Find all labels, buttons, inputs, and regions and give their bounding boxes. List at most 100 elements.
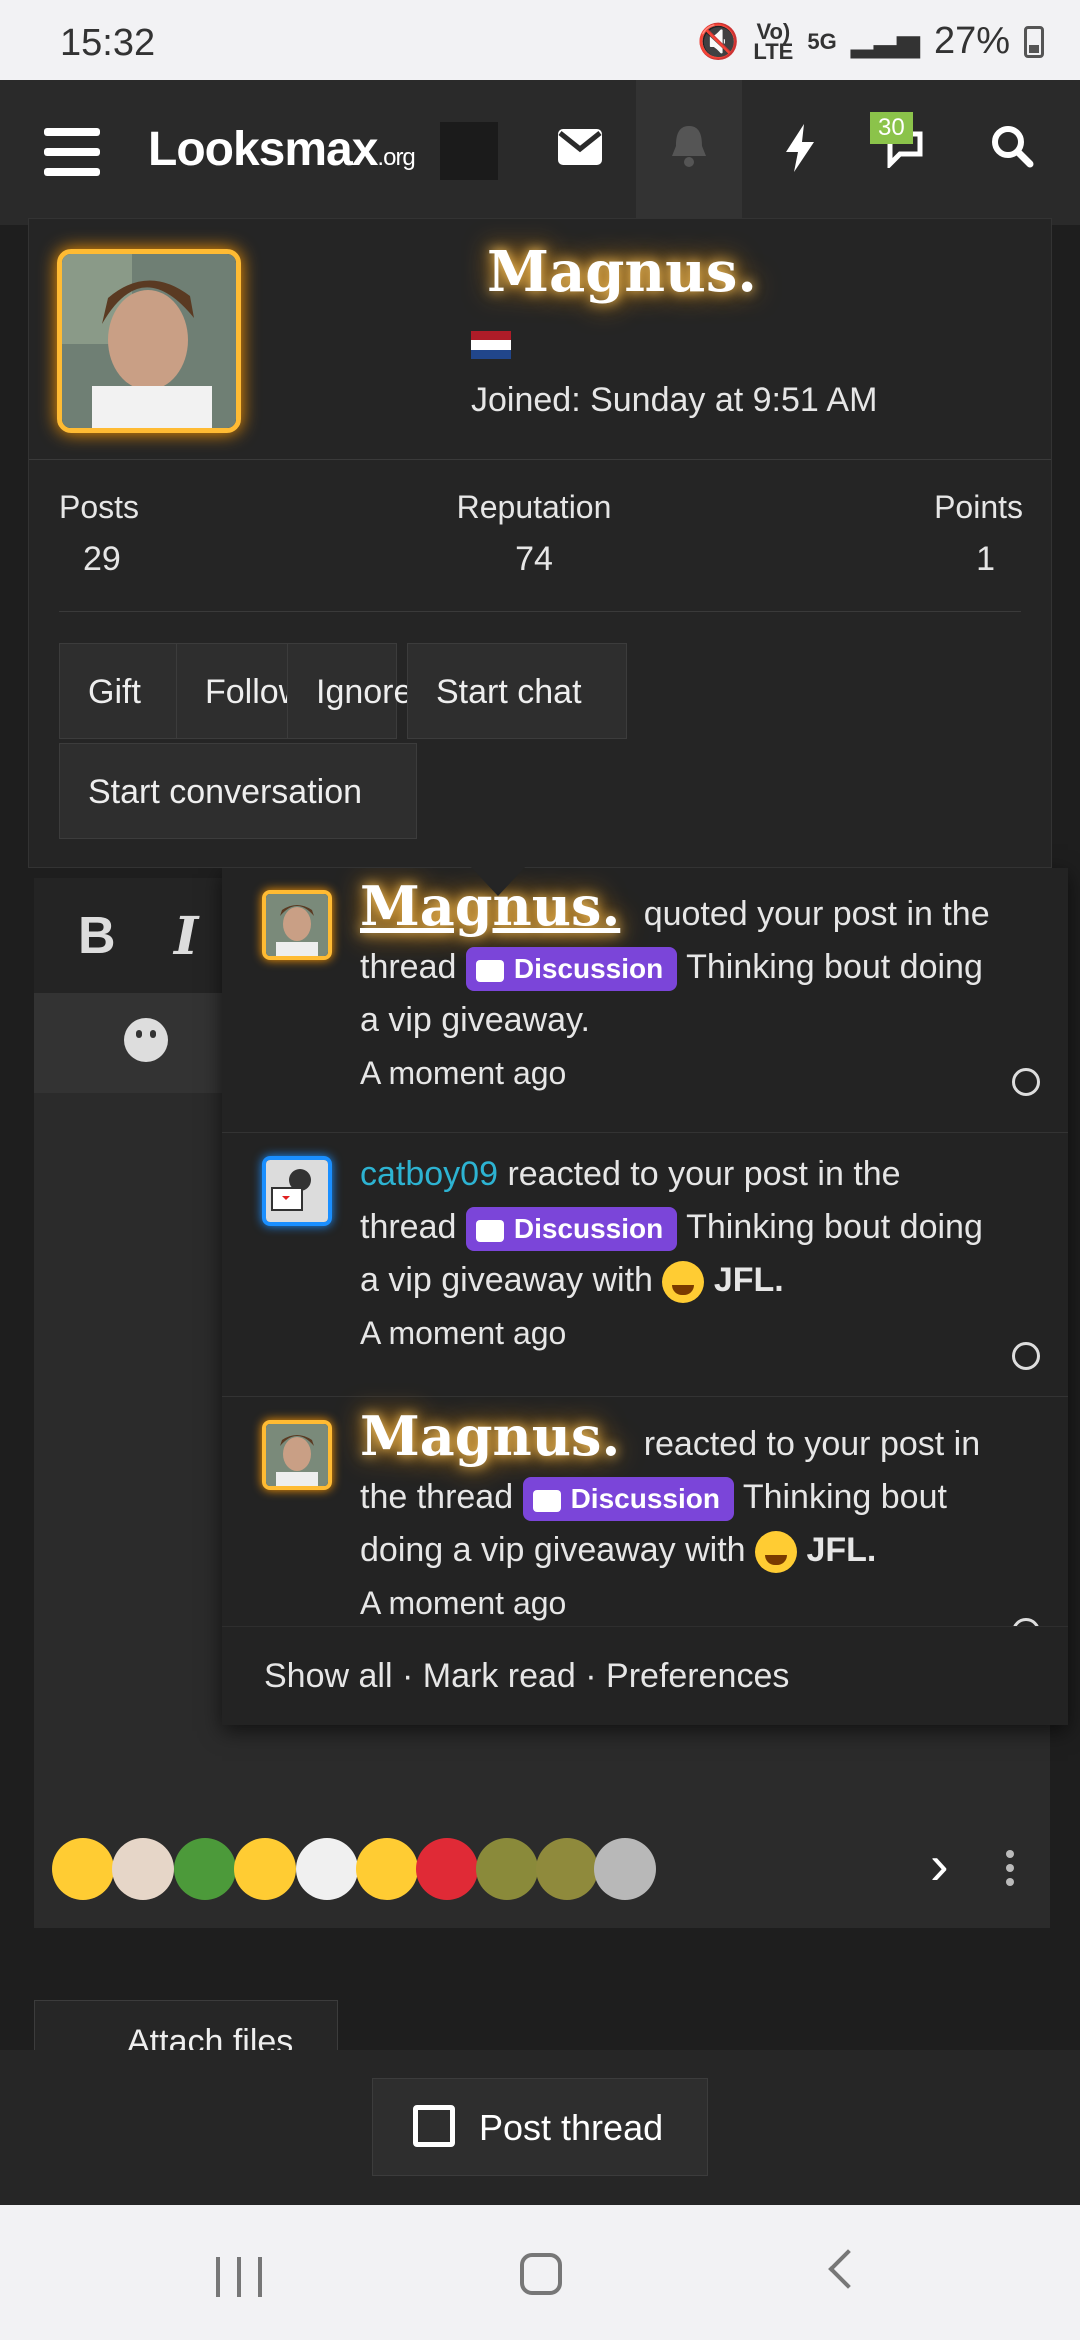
notification-text: Magnus. quoted your post in the thread D… xyxy=(360,879,998,1100)
username-link[interactable]: catboy09 xyxy=(360,1155,498,1193)
more-options-icon[interactable] xyxy=(1006,1850,1014,1892)
system-nav-bar xyxy=(0,2205,1080,2340)
attach-label: Attach files xyxy=(127,2023,294,2052)
mute-icon: 🔇 xyxy=(697,22,740,61)
chevron-right-icon[interactable]: › xyxy=(930,1832,949,1897)
back-icon[interactable] xyxy=(828,2249,868,2289)
bell-icon[interactable] xyxy=(668,124,710,180)
emoji-tray: › xyxy=(34,1810,1050,1930)
recent-apps-icon[interactable] xyxy=(216,2257,262,2297)
discussion-tag: Discussion xyxy=(522,1477,734,1522)
crying-laughing-emoji-icon[interactable] xyxy=(234,1838,296,1900)
divider xyxy=(29,459,1051,460)
follow-button[interactable]: Follow xyxy=(176,643,303,739)
avatar[interactable] xyxy=(262,1156,332,1226)
footer-separator: · xyxy=(585,1657,597,1695)
start-conversation-button[interactable]: Start conversation xyxy=(59,743,417,839)
notification-text: catboy09 reacted to your post in the thr… xyxy=(360,1148,998,1360)
stat-label: Reputation xyxy=(456,489,612,525)
mark-read-toggle[interactable] xyxy=(1012,1068,1040,1096)
shrek-emoji-icon[interactable] xyxy=(476,1838,538,1900)
messages-badge: 30 xyxy=(870,112,913,144)
sad-tear-emoji-icon[interactable] xyxy=(356,1838,418,1900)
envelope-icon[interactable] xyxy=(556,124,604,179)
stat-points[interactable]: Points 1 xyxy=(903,489,1023,579)
post-thread-button[interactable]: Post thread xyxy=(372,2078,708,2176)
search-icon[interactable] xyxy=(990,124,1034,180)
post-thread-label: Post thread xyxy=(479,2107,664,2148)
menu-icon[interactable] xyxy=(44,128,100,176)
angry-emoji-icon[interactable] xyxy=(416,1838,478,1900)
profile-avatar[interactable] xyxy=(57,249,241,433)
mark-read-toggle[interactable] xyxy=(1012,1342,1040,1370)
preferences-link[interactable]: Preferences xyxy=(606,1657,789,1695)
attach-files-button[interactable]: Attach files xyxy=(34,2000,338,2052)
logo-tld: .org xyxy=(377,144,415,171)
crying-laughing-emoji-icon xyxy=(662,1261,705,1304)
status-bar: 15:32 🔇 Vo) LTE 5G ▂▃▅ 27% xyxy=(0,0,1080,80)
status-time: 15:32 xyxy=(60,22,156,64)
stat-label: Points xyxy=(934,489,1023,525)
lightning-icon[interactable] xyxy=(784,124,816,184)
notifications-footer: Show all · Mark read · Preferences xyxy=(222,1626,1068,1725)
pepe-emoji-icon[interactable] xyxy=(174,1838,236,1900)
show-all-link[interactable]: Show all xyxy=(264,1657,393,1695)
volte-icon: Vo) LTE xyxy=(753,18,794,64)
gray-face-emoji-icon[interactable] xyxy=(594,1838,656,1900)
wojak-emoji-icon[interactable] xyxy=(296,1838,358,1900)
mark-read-link[interactable]: Mark read xyxy=(423,1657,576,1695)
site-logo[interactable]: Looksmax.org xyxy=(148,122,416,177)
reaction-name: JFL. xyxy=(713,1261,784,1299)
smiley-icon[interactable] xyxy=(124,1018,168,1062)
chat-bubble-icon xyxy=(532,1489,561,1512)
stat-value: 1 xyxy=(976,540,995,578)
network-5g-icon: 5G xyxy=(807,28,837,54)
logo-main: Looksmax xyxy=(148,123,378,176)
discussion-tag: Discussion xyxy=(465,1207,678,1252)
post-bar: Post thread xyxy=(0,2050,1080,2205)
joined-date: Joined: Sunday at 9:51 AM xyxy=(471,381,878,419)
chat-bubble-icon xyxy=(475,1219,504,1242)
avatar[interactable] xyxy=(262,890,332,960)
battery-icon xyxy=(1024,25,1044,58)
stat-value: 29 xyxy=(83,540,121,578)
footer-separator: · xyxy=(401,1657,414,1695)
stat-reputation[interactable]: Reputation 74 xyxy=(454,489,614,579)
status-icons: 🔇 Vo) LTE 5G ▂▃▅ 27% xyxy=(697,20,1044,63)
nav-avatar-placeholder[interactable] xyxy=(440,122,498,180)
notifications-dropdown: Magnus. quoted your post in the thread D… xyxy=(222,868,1068,1725)
italic-button[interactable]: I xyxy=(174,906,198,967)
discussion-tag: Discussion xyxy=(465,947,678,992)
stat-value: 74 xyxy=(515,540,553,578)
notification-text: Magnus. reacted to your post in the thre… xyxy=(360,1409,998,1630)
notification-time: A moment ago xyxy=(360,1585,567,1621)
battery-percent: 27% xyxy=(933,20,1010,62)
wojak-cry-emoji-icon[interactable] xyxy=(112,1838,174,1900)
heart-eyes-emoji-icon[interactable] xyxy=(52,1838,114,1900)
username-link[interactable]: Magnus. xyxy=(360,1404,620,1468)
tooltip-arrow xyxy=(470,866,526,896)
stat-label: Posts xyxy=(59,489,140,525)
edit-icon xyxy=(413,2105,455,2147)
top-nav: Looksmax.org 30 xyxy=(0,80,1080,225)
chat-bubble-icon xyxy=(475,959,504,982)
avatar[interactable] xyxy=(262,1420,332,1490)
notification-item[interactable]: Magnus. quoted your post in the thread D… xyxy=(222,868,1068,1133)
signal-icon: ▂▃▅ xyxy=(850,25,920,58)
notification-time: A moment ago xyxy=(360,1055,567,1091)
notification-time: A moment ago xyxy=(360,1315,567,1351)
bold-button[interactable]: B xyxy=(78,906,116,966)
ignore-button[interactable]: Ignore xyxy=(287,643,412,739)
start-chat-button[interactable]: Start chat xyxy=(407,643,627,739)
notification-item[interactable]: catboy09 reacted to your post in the thr… xyxy=(222,1132,1068,1397)
gift-button[interactable]: Gift xyxy=(59,643,177,739)
netherlands-flag-icon xyxy=(471,331,511,359)
stat-posts[interactable]: Posts 29 xyxy=(59,489,139,579)
divider xyxy=(59,611,1021,612)
home-icon[interactable] xyxy=(520,2253,562,2295)
reaction-name: JFL. xyxy=(806,1531,877,1569)
profile-name[interactable]: Magnus. xyxy=(487,239,757,305)
shrek-smile-emoji-icon[interactable] xyxy=(536,1838,598,1900)
crying-laughing-emoji-icon xyxy=(755,1531,798,1574)
member-tooltip: Magnus. Joined: Sunday at 9:51 AM Posts … xyxy=(28,218,1052,868)
